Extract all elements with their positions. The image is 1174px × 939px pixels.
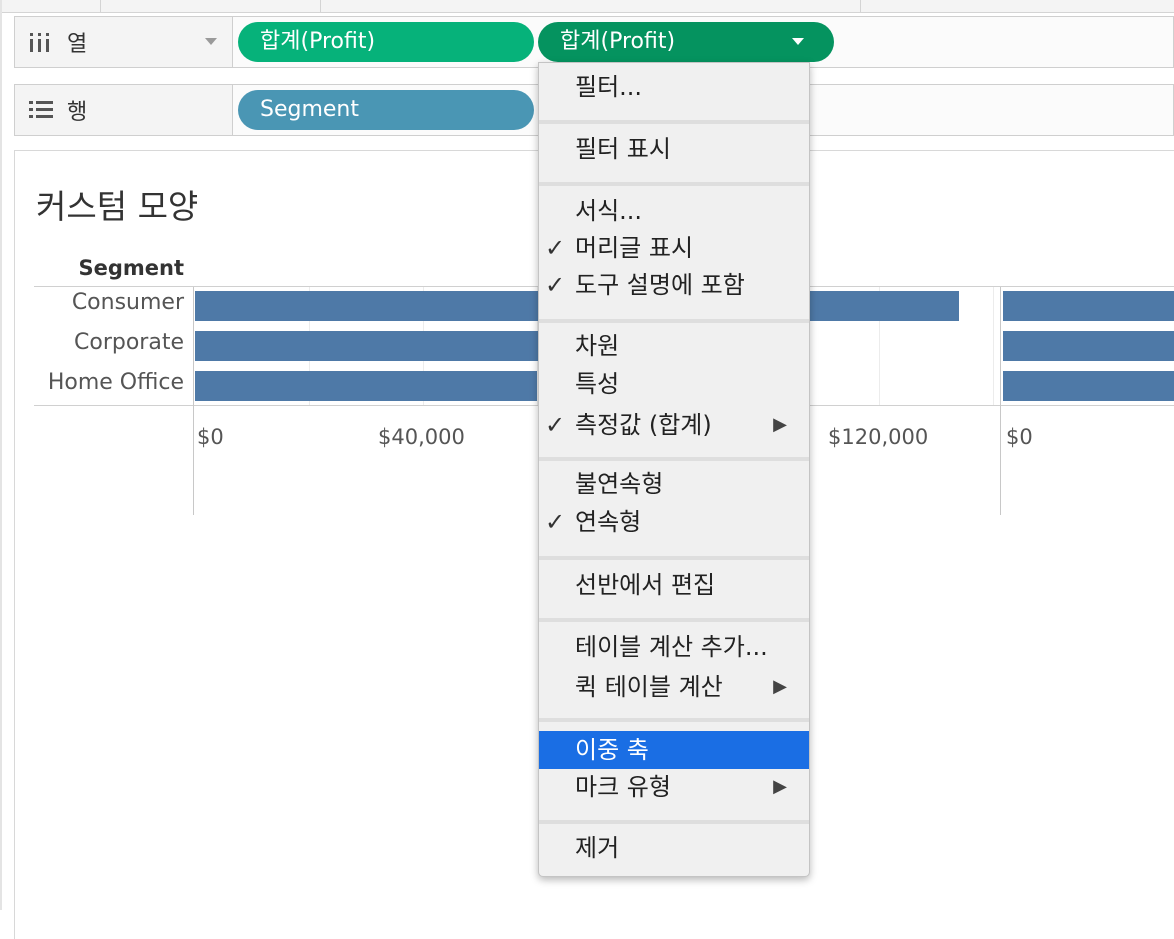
- menu-separator: [539, 120, 809, 124]
- menu-item-label: 필터 표시: [575, 135, 671, 163]
- pill-label: 합계(Profit): [260, 29, 376, 54]
- menu-item-label: 제거: [575, 834, 620, 862]
- gridline: [993, 287, 994, 405]
- check-icon: ✓: [545, 271, 566, 299]
- menu-item-label: 이중 축: [575, 736, 649, 764]
- menu-item-label: 서식...: [575, 197, 643, 225]
- menu-item[interactable]: 불연속형: [539, 465, 809, 503]
- menu-item-label: 머리글 표시: [575, 234, 694, 262]
- menu-separator: [539, 182, 809, 186]
- chevron-down-icon[interactable]: [205, 38, 217, 45]
- segment-pill[interactable]: Segment: [238, 90, 534, 130]
- menu-item-label: 도구 설명에 포함: [575, 271, 745, 299]
- menu-item[interactable]: 필터 표시: [539, 130, 809, 168]
- rows-shelf-label-area[interactable]: 행: [15, 85, 233, 135]
- rows-shelf-label: 행: [67, 100, 88, 125]
- menu-item-label: 측정값 (합계): [575, 411, 712, 439]
- menu-item[interactable]: 특성: [539, 365, 809, 403]
- sheet-title: 커스텀 모양: [36, 187, 199, 226]
- menu-item-label: 마크 유형: [575, 773, 671, 801]
- check-icon: ✓: [545, 411, 566, 439]
- menu-item[interactable]: 필터...: [539, 68, 809, 106]
- strip-divider: [320, 0, 321, 12]
- x-axis-tick-label: $40,000: [378, 425, 465, 449]
- columns-icon: [30, 33, 49, 52]
- x-axis-tick-label: $0: [197, 425, 224, 449]
- menu-item[interactable]: 이중 축: [539, 731, 809, 769]
- strip-divider: [100, 0, 101, 12]
- bar[interactable]: [1003, 291, 1174, 321]
- menu-item[interactable]: ✓ 머리글 표시: [539, 229, 809, 267]
- menu-separator: [539, 457, 809, 461]
- menu-item[interactable]: ✓ 연속형: [539, 503, 809, 541]
- menu-item[interactable]: 마크 유형 ▶: [539, 768, 809, 806]
- chevron-down-icon[interactable]: [792, 38, 804, 45]
- menu-item-label: 테이블 계산 추가...: [575, 633, 768, 661]
- profit-pill[interactable]: 합계(Profit): [238, 22, 534, 62]
- left-edge: [0, 140, 2, 910]
- menu-item[interactable]: 테이블 계산 추가...: [539, 628, 809, 666]
- rows-icon: [29, 101, 53, 118]
- menu-item[interactable]: ✓ 도구 설명에 포함: [539, 266, 809, 304]
- columns-shelf-label: 열: [67, 32, 88, 57]
- menu-item[interactable]: 선반에서 편집: [539, 566, 809, 604]
- menu-item-label: 필터...: [575, 73, 643, 101]
- pill-label: Segment: [260, 97, 359, 122]
- pill-label: 합계(Profit): [560, 29, 676, 54]
- submenu-arrow-icon: ▶: [773, 414, 787, 435]
- menu-separator: [539, 718, 809, 722]
- menu-separator: [539, 618, 809, 622]
- bar[interactable]: [195, 371, 537, 401]
- context-menu: 필터... 필터 표시서식... ✓ 머리글 표시 ✓ 도구 설명에 포함차원특성 ✓ 측정값…: [538, 62, 810, 877]
- menu-item[interactable]: 제거: [539, 829, 809, 867]
- strip-divider: [860, 0, 861, 12]
- menu-item-label: 차원: [575, 332, 620, 360]
- row-label-consumer[interactable]: Consumer: [34, 290, 184, 315]
- left-edge: [0, 0, 2, 140]
- row-label-home-office[interactable]: Home Office: [34, 370, 184, 395]
- bar[interactable]: [1003, 331, 1174, 361]
- menu-separator: [539, 820, 809, 824]
- menu-item-label: 불연속형: [575, 470, 664, 498]
- top-strip: [0, 0, 1174, 13]
- row-label-corporate[interactable]: Corporate: [34, 330, 184, 355]
- menu-item-label: 선반에서 편집: [575, 571, 716, 599]
- menu-item[interactable]: 퀵 테이블 계산 ▶: [539, 668, 809, 706]
- pane-divider: [193, 287, 194, 515]
- check-icon: ✓: [545, 234, 566, 262]
- menu-item[interactable]: 차원: [539, 327, 809, 365]
- menu-separator: [539, 319, 809, 323]
- x-axis-tick-label: $120,000: [828, 425, 929, 449]
- submenu-arrow-icon: ▶: [773, 776, 787, 797]
- check-icon: ✓: [545, 508, 566, 536]
- menu-item[interactable]: ✓ 측정값 (합계) ▶: [539, 406, 809, 444]
- menu-item-label: 퀵 테이블 계산: [575, 673, 723, 701]
- bar[interactable]: [1003, 371, 1174, 401]
- row-header[interactable]: Segment: [34, 256, 184, 280]
- x-axis-tick-label: $0: [1006, 425, 1033, 449]
- menu-item-label: 연속형: [575, 508, 642, 536]
- menu-item-label: 특성: [575, 370, 620, 398]
- profit-pill-active[interactable]: 합계(Profit): [538, 22, 834, 62]
- menu-separator: [539, 556, 809, 560]
- columns-shelf-label-area[interactable]: 열: [15, 17, 233, 67]
- submenu-arrow-icon: ▶: [773, 676, 787, 697]
- pane-divider: [1000, 287, 1001, 515]
- menu-item[interactable]: 서식...: [539, 192, 809, 230]
